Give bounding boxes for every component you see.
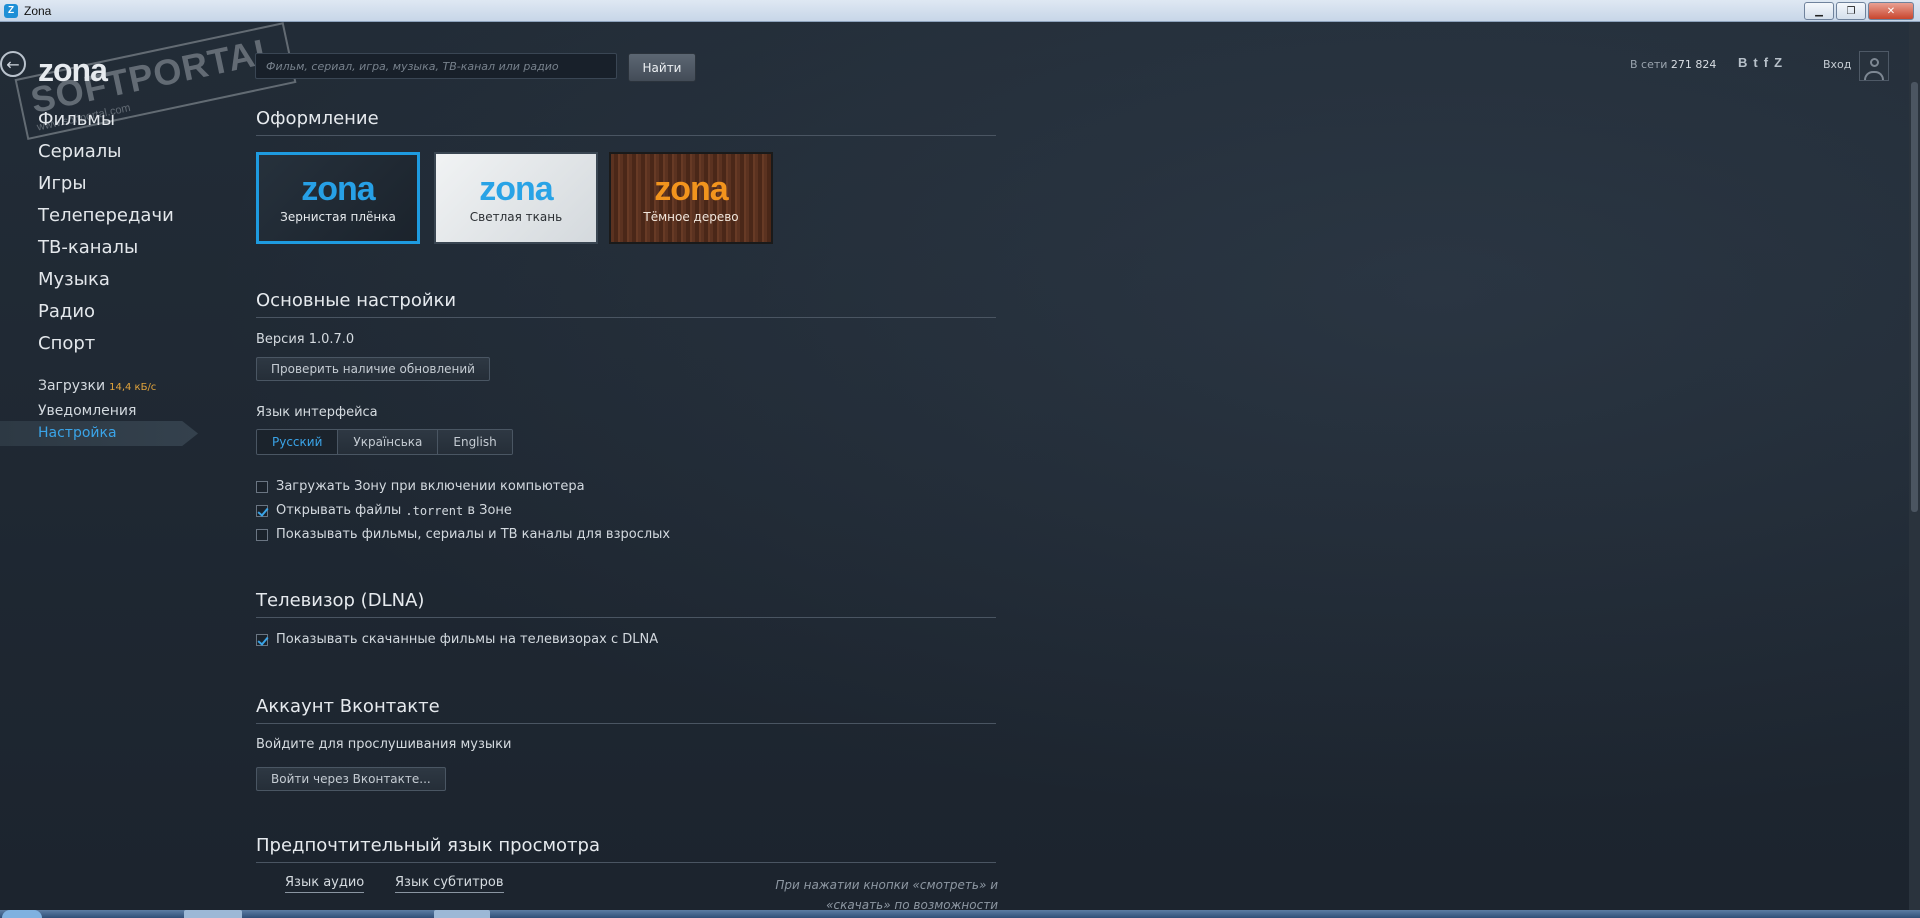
preferred-language-hint: При нажатии кнопки «смотреть» и «скачать…: [775, 878, 998, 912]
adult-content-label: Показывать фильмы, сериалы и ТВ каналы д…: [276, 527, 671, 542]
version-text: Версия 1.0.7.0: [256, 332, 355, 347]
scrollbar-thumb[interactable]: [1911, 82, 1918, 512]
language-selector: Русский Українська English: [256, 429, 513, 455]
arrow-left-icon[interactable]: ←: [0, 51, 26, 77]
zona-social-icon[interactable]: Z: [1774, 55, 1782, 70]
close-button[interactable]: ✕: [1868, 2, 1914, 20]
autostart-label: Загружать Зону при включении компьютера: [276, 479, 585, 494]
appearance-title: Оформление: [256, 108, 996, 136]
sidebar-item-series[interactable]: Сериалы: [38, 136, 174, 168]
vk-description: Войдите для прослушивания музыки: [256, 737, 512, 752]
search-button[interactable]: Найти: [628, 53, 696, 82]
facebook-icon[interactable]: f: [1764, 55, 1768, 70]
language-option-russian[interactable]: Русский: [257, 430, 339, 454]
preferred-language-title: Предпочтительный язык просмотра: [256, 835, 996, 863]
sidebar-item-notifications[interactable]: Уведомления: [38, 399, 156, 424]
avatar-head: [1870, 58, 1879, 67]
dlna-label: Показывать скачанные фильмы на телевизор…: [276, 632, 659, 647]
theme-logo: zona: [479, 170, 553, 208]
torrent-label-pre: Открывать файлы: [276, 503, 406, 518]
autostart-checkbox[interactable]: [256, 480, 268, 493]
torrent-option[interactable]: Открывать файлы .torrent в Зоне: [256, 503, 512, 518]
theme-grainy-film[interactable]: zona Зернистая плёнка: [256, 152, 420, 244]
online-count: 271 824: [1670, 58, 1717, 71]
torrent-extension: .torrent: [405, 503, 464, 518]
download-speed: 14,4 кБ/с: [109, 382, 157, 393]
sidebar-item-radio[interactable]: Радио: [38, 296, 174, 328]
taskbar-app[interactable]: [434, 910, 490, 918]
online-label: В сети: [1630, 58, 1668, 71]
online-counter: В сети 271 824: [1630, 58, 1716, 71]
autostart-option[interactable]: Загружать Зону при включении компьютера: [256, 479, 585, 494]
theme-logo: zona: [301, 170, 375, 208]
social-links: B t f Z: [1738, 55, 1782, 70]
dlna-option[interactable]: Показывать скачанные фильмы на телевизор…: [256, 632, 658, 647]
sidebar-secondary-nav: Загрузки 14,4 кБ/с Уведомления: [38, 374, 156, 424]
os-taskbar: [0, 910, 1920, 918]
window-titlebar: Z Zona ▁ ❐ ✕: [0, 0, 1920, 22]
vk-login-button[interactable]: Войти через Вконтакте...: [256, 767, 446, 791]
dlna-title: Телевизор (DLNA): [256, 590, 996, 618]
sidebar-main-nav: Фильмы Сериалы Игры Телепередачи ТВ-кана…: [38, 104, 174, 360]
avatar-body: [1864, 71, 1884, 80]
adult-content-checkbox[interactable]: [256, 528, 268, 541]
sidebar-item-settings-label: Настройка: [38, 425, 117, 441]
window-title: Zona: [24, 3, 52, 18]
theme-name: Тёмное дерево: [643, 210, 739, 224]
sidebar-item-music[interactable]: Музыка: [38, 264, 174, 296]
user-avatar-icon[interactable]: [1859, 51, 1889, 81]
search-input[interactable]: [255, 53, 617, 79]
vertical-scrollbar[interactable]: [1909, 22, 1920, 910]
sidebar-item-movies[interactable]: Фильмы: [38, 104, 174, 136]
zona-app-icon: Z: [4, 3, 18, 18]
sidebar-item-downloads[interactable]: Загрузки 14,4 кБ/с: [38, 374, 156, 399]
torrent-label-post: в Зоне: [463, 503, 512, 518]
downloads-label: Загрузки: [38, 378, 106, 394]
audio-language-tab[interactable]: Язык аудио: [285, 875, 365, 893]
dlna-checkbox[interactable]: [256, 633, 268, 646]
sidebar-item-tv-shows[interactable]: Телепередачи: [38, 200, 174, 232]
taskbar-app[interactable]: [184, 910, 242, 918]
language-option-ukrainian[interactable]: Українська: [338, 430, 439, 454]
theme-logo: zona: [654, 170, 728, 208]
subtitles-language-tab[interactable]: Язык субтитров: [395, 875, 504, 893]
theme-dark-wood[interactable]: zona Тёмное дерево: [609, 152, 773, 244]
login-link[interactable]: Вход: [1823, 58, 1851, 71]
vk-icon[interactable]: B: [1738, 55, 1747, 70]
app-main: ← zona SOFTPORTAL www.softportal.com Най…: [0, 22, 1920, 912]
language-option-english[interactable]: English: [438, 430, 512, 454]
check-updates-button[interactable]: Проверить наличие обновлений: [256, 357, 490, 381]
maximize-button[interactable]: ❐: [1836, 2, 1866, 20]
sidebar-item-tv-channels[interactable]: ТВ-каналы: [38, 232, 174, 264]
general-settings-title: Основные настройки: [256, 290, 996, 318]
start-button[interactable]: [2, 910, 42, 918]
minimize-button[interactable]: ▁: [1804, 2, 1834, 20]
window-controls: ▁ ❐ ✕: [1804, 2, 1914, 20]
sidebar-item-sport[interactable]: Спорт: [38, 328, 174, 360]
twitter-icon[interactable]: t: [1753, 55, 1757, 70]
sidebar-item-games[interactable]: Игры: [38, 168, 174, 200]
theme-name: Светлая ткань: [469, 210, 563, 224]
adult-content-option[interactable]: Показывать фильмы, сериалы и ТВ каналы д…: [256, 527, 670, 542]
vk-account-title: Аккаунт Вконтакте: [256, 696, 996, 724]
torrent-checkbox[interactable]: [256, 504, 268, 517]
theme-name: Зернистая плёнка: [280, 210, 396, 224]
sidebar-item-settings[interactable]: Настройка: [0, 421, 198, 446]
theme-light-fabric[interactable]: zona Светлая ткань: [434, 152, 598, 244]
interface-language-label: Язык интерфейса: [256, 405, 378, 420]
